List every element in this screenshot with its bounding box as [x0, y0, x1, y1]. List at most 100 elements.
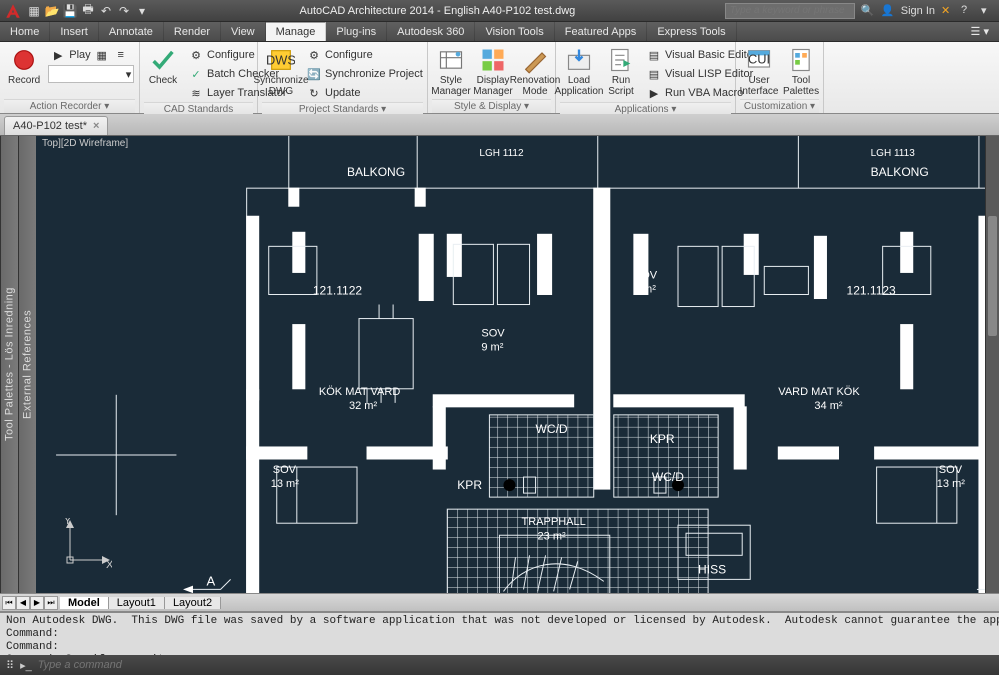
layout-prev-icon[interactable]: ◀ [16, 596, 30, 610]
user-icon[interactable]: 👤 [881, 4, 895, 18]
exchange-icon[interactable]: ✕ [941, 4, 955, 18]
viewport-label[interactable]: Top][2D Wireframe] [42, 138, 128, 149]
ribbon: Record ▶Play▦≡ ▾ Action Recorder Check ⚙… [0, 42, 999, 114]
tool-palettes-button[interactable]: Tool Palettes [782, 44, 820, 99]
chevron-down-icon[interactable]: ▾ [981, 4, 995, 18]
panel-title-style-display[interactable]: Style & Display [432, 99, 551, 113]
run-script-button[interactable]: Run Script [602, 44, 640, 99]
check-icon: ✓ [188, 66, 204, 82]
renovation-button[interactable]: Renovation Mode [516, 44, 554, 99]
document-tabs: A40-P102 test* × [0, 114, 999, 136]
layout-nav: ⏮ ◀ ▶ ⏭ [2, 596, 58, 610]
ucs-icon: Y X [62, 518, 112, 568]
svg-text:SOV13 m²: SOV13 m² [271, 464, 299, 490]
redo-icon[interactable]: ↷ [116, 3, 132, 19]
update-button[interactable]: ↻Update [304, 84, 425, 102]
macro-select[interactable]: ▾ [48, 65, 134, 83]
tab-expresstools[interactable]: Express Tools [647, 22, 736, 41]
svg-text:KPR: KPR [457, 478, 482, 492]
svg-text:SOV9 m²: SOV9 m² [481, 328, 505, 354]
play-button[interactable]: ▶Play▦≡ [48, 46, 134, 64]
room-lgh2: LGH 1113 [871, 148, 916, 159]
user-interface-button[interactable]: CUI User Interface [740, 44, 778, 99]
undo-icon[interactable]: ↶ [98, 3, 114, 19]
tab-insert[interactable]: Insert [50, 22, 99, 41]
sync-project-button[interactable]: 🔄Synchronize Project [304, 65, 425, 83]
configure2-button[interactable]: ⚙Configure [304, 46, 425, 64]
panel-action-recorder: Record ▶Play▦≡ ▾ Action Recorder [0, 42, 140, 113]
svg-text:121.1123: 121.1123 [847, 283, 897, 297]
room-balkong2: BALKONG [871, 165, 929, 179]
gear-icon: ⚙ [188, 47, 204, 63]
update-icon: ↻ [306, 85, 322, 101]
style-manager-button[interactable]: Style Manager [432, 44, 470, 99]
svg-text:DWS: DWS [267, 53, 295, 68]
external-references-panel[interactable]: External References [18, 136, 36, 593]
open-icon[interactable]: 📂 [44, 3, 60, 19]
svg-text:HISS: HISS [698, 562, 726, 576]
layout-model[interactable]: Model [60, 597, 109, 609]
tab-visiontools[interactable]: Vision Tools [475, 22, 554, 41]
command-line: ⠿ ▸_ [0, 655, 999, 675]
close-icon[interactable]: × [93, 120, 99, 132]
list-icon: ≡ [113, 47, 129, 63]
ribbon-help-icon[interactable]: ☰ ▾ [961, 22, 999, 41]
svg-text:121.1122: 121.1122 [313, 283, 363, 297]
command-prompt-icon: ▸_ [20, 659, 32, 672]
layout-next-icon[interactable]: ▶ [30, 596, 44, 610]
display-manager-button[interactable]: Display Manager [474, 44, 512, 99]
tab-featuredapps[interactable]: Featured Apps [555, 22, 648, 41]
layout-first-icon[interactable]: ⏮ [2, 596, 16, 610]
svg-text:A: A [207, 573, 216, 588]
tab-plugins[interactable]: Plug-ins [326, 22, 387, 41]
command-handle-icon[interactable]: ⠿ [6, 659, 14, 672]
command-input[interactable] [38, 659, 993, 671]
tab-render[interactable]: Render [164, 22, 221, 41]
panel-project-standards: DWS Synchronize DWG ⚙Configure 🔄Synchron… [258, 42, 428, 113]
command-area: Non Autodesk DWG. This DWG file was save… [0, 611, 999, 675]
gear-icon: ⚙ [306, 47, 322, 63]
save-icon[interactable]: 💾 [62, 3, 78, 19]
svg-text:X: X [106, 559, 112, 568]
help-icon[interactable]: ? [961, 4, 975, 18]
tool-palettes-panel[interactable]: Tool Palettes - Lös Inredning [0, 136, 18, 593]
room-balkong1: BALKONG [347, 165, 405, 179]
layout-2[interactable]: Layout2 [165, 597, 221, 609]
command-history[interactable]: Non Autodesk DWG. This DWG file was save… [0, 613, 999, 655]
lisp-icon: ▤ [646, 66, 662, 82]
new-icon[interactable]: ▦ [26, 3, 42, 19]
tab-home[interactable]: Home [0, 22, 50, 41]
titlebar: ▦ 📂 💾 🖶 ↶ ↷ ▾ AutoCAD Architecture 2014 … [0, 0, 999, 22]
plot-icon[interactable]: 🖶 [80, 3, 96, 19]
tab-view[interactable]: View [221, 22, 266, 41]
play-icon: ▶ [50, 47, 66, 63]
qat-dropdown-icon[interactable]: ▾ [134, 3, 150, 19]
search-input[interactable] [725, 3, 855, 19]
panel-title-customization[interactable]: Customization [740, 99, 819, 113]
panel-style-display: Style Manager Display Manager Renovation… [428, 42, 556, 113]
infocenter-icon[interactable]: 🔍 [861, 4, 875, 18]
tab-annotate[interactable]: Annotate [99, 22, 164, 41]
panel-title-action-recorder[interactable]: Action Recorder [4, 99, 135, 113]
document-tab[interactable]: A40-P102 test* × [4, 116, 108, 135]
check-button[interactable]: Check [144, 44, 182, 88]
record-button[interactable]: Record [4, 44, 44, 88]
vertical-scrollbar[interactable] [985, 136, 999, 593]
panel-customization: CUI User Interface Tool Palettes Customi… [736, 42, 824, 113]
window-title: AutoCAD Architecture 2014 - English A40-… [150, 5, 725, 17]
sync-icon: 🔄 [306, 66, 322, 82]
layout-1[interactable]: Layout1 [109, 597, 165, 609]
svg-text:WC/D: WC/D [536, 422, 568, 436]
load-application-button[interactable]: Load Application [560, 44, 598, 99]
svg-text:KÖK MAT VARD32 m²: KÖK MAT VARD32 m² [319, 386, 400, 412]
svg-text:SOV13 m²: SOV13 m² [937, 464, 965, 490]
drawing-canvas[interactable]: Top][2D Wireframe] BALKONG BALKONG LGH 1… [36, 136, 999, 593]
layout-last-icon[interactable]: ⏭ [44, 596, 58, 610]
sync-dwg-button[interactable]: DWS Synchronize DWG [262, 44, 300, 99]
tab-autodesk360[interactable]: Autodesk 360 [387, 22, 475, 41]
svg-text:KPR: KPR [650, 432, 675, 446]
quick-access-toolbar: ▦ 📂 💾 🖶 ↶ ↷ ▾ [26, 3, 150, 19]
svg-text:CUI: CUI [748, 52, 770, 67]
signin-link[interactable]: Sign In [901, 5, 935, 17]
tab-manage[interactable]: Manage [266, 22, 327, 41]
